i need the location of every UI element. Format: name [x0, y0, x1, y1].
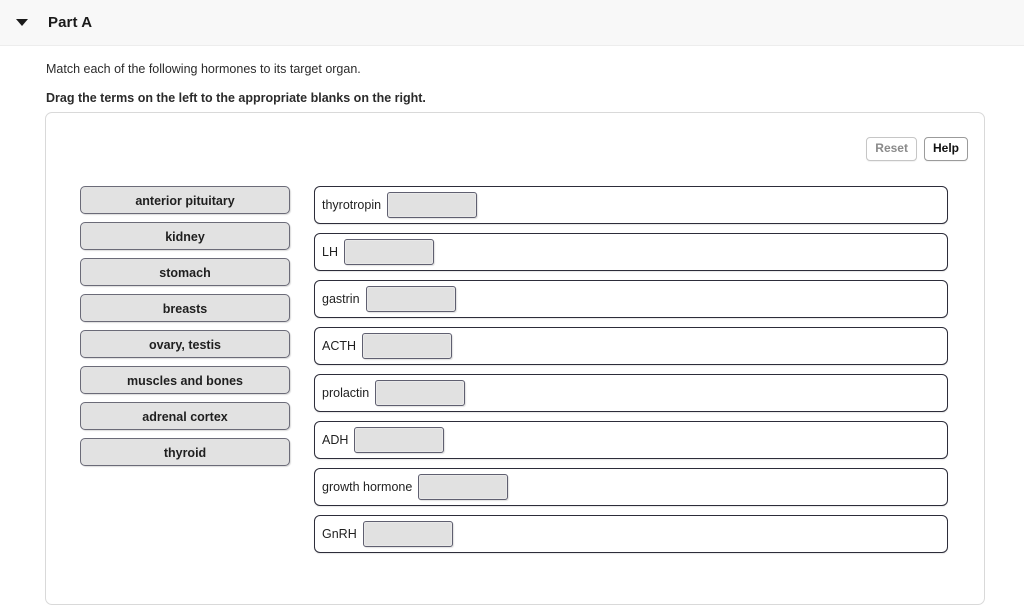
- drop-row-label: growth hormone: [322, 480, 413, 494]
- drop-row-label: prolactin: [322, 386, 370, 400]
- term-chip[interactable]: breasts: [80, 294, 290, 322]
- term-chip[interactable]: muscles and bones: [80, 366, 290, 394]
- drop-blank[interactable]: [343, 239, 434, 265]
- prompt-line-1: Match each of the following hormones to …: [46, 62, 361, 76]
- drop-blank[interactable]: [375, 380, 466, 406]
- reset-button[interactable]: Reset: [866, 137, 917, 161]
- drop-row[interactable]: thyrotropin: [314, 186, 948, 224]
- term-chip[interactable]: adrenal cortex: [80, 402, 290, 430]
- prompt-area: Match each of the following hormones to …: [0, 46, 1024, 107]
- drop-row[interactable]: prolactin: [314, 374, 948, 412]
- drop-blank[interactable]: [387, 192, 478, 218]
- part-header[interactable]: Part A: [0, 0, 1024, 46]
- drop-row-label: gastrin: [322, 292, 360, 306]
- drop-blank[interactable]: [354, 427, 445, 453]
- drop-blank[interactable]: [418, 474, 509, 500]
- drop-row[interactable]: LH: [314, 233, 948, 271]
- work-area: anterior pituitary kidney stomach breast…: [46, 186, 984, 553]
- term-chip[interactable]: thyroid: [80, 438, 290, 466]
- help-button[interactable]: Help: [923, 137, 968, 161]
- term-chip[interactable]: ovary, testis: [80, 330, 290, 358]
- drop-blank[interactable]: [365, 286, 456, 312]
- drop-row[interactable]: ACTH: [314, 327, 948, 365]
- prompt-line-2: Drag the terms on the left to the approp…: [46, 91, 426, 106]
- drop-row-label: ADH: [322, 433, 349, 447]
- term-chip[interactable]: kidney: [80, 222, 290, 250]
- exercise-panel: Reset Help anterior pituitary kidney sto…: [45, 112, 985, 605]
- term-chip[interactable]: stomach: [80, 258, 290, 286]
- drop-row[interactable]: ADH: [314, 421, 948, 459]
- drop-row-label: GnRH: [322, 527, 357, 541]
- term-chip[interactable]: anterior pituitary: [80, 186, 290, 214]
- drop-zone-list: thyrotropin LH gastrin ACTH prolactin AD: [314, 186, 948, 553]
- drop-row[interactable]: GnRH: [314, 515, 948, 553]
- drop-row-label: LH: [322, 245, 338, 259]
- page-title: Part A: [48, 14, 93, 31]
- drop-row[interactable]: gastrin: [314, 280, 948, 318]
- drop-row[interactable]: growth hormone: [314, 468, 948, 506]
- exercise-toolbar: Reset Help: [866, 137, 968, 161]
- drop-blank[interactable]: [362, 333, 453, 359]
- term-bank: anterior pituitary kidney stomach breast…: [80, 186, 290, 466]
- drop-row-label: thyrotropin: [322, 198, 382, 212]
- drop-blank[interactable]: [362, 521, 453, 547]
- drop-row-label: ACTH: [322, 339, 357, 353]
- chevron-down-icon[interactable]: [16, 19, 28, 26]
